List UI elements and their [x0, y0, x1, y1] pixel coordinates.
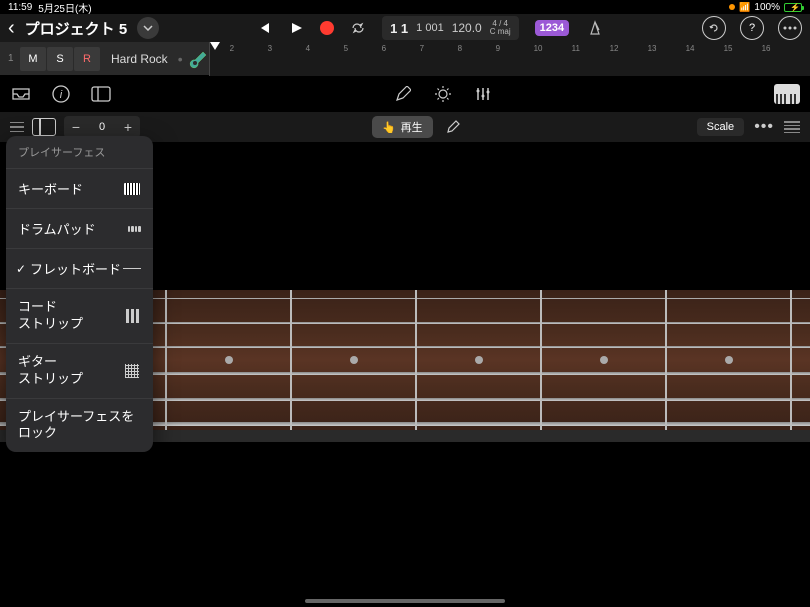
ruler-mark: 7 — [420, 44, 424, 53]
fret — [165, 290, 167, 430]
popover-item-guitar-strip[interactable]: ギター ストリップ — [6, 343, 153, 398]
ruler-mark: 14 — [686, 44, 695, 53]
popover-item-lock[interactable]: プレイサーフェスを ロック — [6, 398, 153, 453]
ruler-mark: 12 — [610, 44, 619, 53]
popover-item-fretboard[interactable]: フレットボード — [6, 248, 153, 288]
cycle-button[interactable] — [350, 20, 366, 36]
fret — [790, 290, 792, 430]
fret-dot — [600, 356, 608, 364]
ruler-mark: 13 — [648, 44, 657, 53]
track-name[interactable]: Hard Rock — [101, 52, 178, 66]
popover-item-keyboard[interactable]: キーボード — [6, 168, 153, 208]
status-time: 11:59 — [8, 2, 32, 13]
popover-item-drumpad[interactable]: ドラムパッド — [6, 208, 153, 248]
home-indicator[interactable] — [305, 599, 505, 603]
mute-button[interactable]: M — [20, 47, 46, 71]
ruler-mark: 15 — [724, 44, 733, 53]
lcd-bars: 1 1 — [390, 21, 408, 36]
info-icon[interactable]: i — [50, 83, 72, 105]
project-dropdown[interactable] — [137, 17, 159, 39]
settings-button[interactable] — [778, 16, 802, 40]
lcd-beats: 1 001 — [416, 22, 444, 34]
fret — [415, 290, 417, 430]
inbox-icon[interactable] — [10, 83, 32, 105]
timeline-ruler[interactable]: 2 3 4 5 6 7 8 9 10 11 12 13 14 15 16 — [209, 42, 810, 76]
play-surface-menu-button[interactable] — [10, 122, 24, 133]
wifi-icon — [739, 2, 750, 13]
brightness-icon[interactable] — [432, 83, 454, 105]
ruler-mark: 11 — [572, 44, 580, 53]
fret — [540, 290, 542, 430]
project-title[interactable]: プロジェクト 5 — [25, 18, 128, 39]
fret-dot — [225, 356, 233, 364]
title-bar: ‹ プロジェクト 5 1 1 1 001 120.0 4 / 4 C maj 1… — [0, 14, 810, 42]
record-enable-button[interactable]: R — [74, 47, 100, 71]
play-button[interactable] — [288, 20, 304, 36]
chord-strip-icon — [123, 309, 141, 323]
fret-dot — [350, 356, 358, 364]
ruler-mark: 2 — [230, 44, 234, 53]
solo-button[interactable]: S — [47, 47, 73, 71]
fret — [665, 290, 667, 430]
edit-pencil-button[interactable] — [441, 115, 465, 139]
ruler-mark: 10 — [534, 44, 543, 53]
octave-stepper: − 0 + — [64, 116, 140, 138]
track-number: 1 — [8, 53, 20, 64]
fret — [290, 290, 292, 430]
more-options-button[interactable]: ••• — [754, 118, 774, 136]
ruler-mark: 16 — [762, 44, 771, 53]
ruler-mark: 6 — [382, 44, 386, 53]
library-icon[interactable] — [90, 83, 112, 105]
track-header: 1 M S R Hard Rock • 2 3 4 5 6 7 8 9 10 11 12 13 14 15… — [0, 42, 810, 76]
split-view-toggle[interactable] — [32, 118, 56, 136]
autoplay-label: 再生 — [401, 119, 423, 135]
editor-toolbar: i — [0, 76, 810, 112]
status-bar: 11:59 5月25日(木) 100% ⚡ — [0, 0, 810, 14]
hand-tap-icon: 👆 — [382, 121, 396, 134]
octave-value: 0 — [88, 121, 116, 133]
play-surface-popover: プレイサーフェス キーボード ドラムパッド フレットボード コード ストリップ … — [6, 136, 153, 452]
octave-up-button[interactable]: + — [116, 116, 140, 138]
keyboard-view-toggle[interactable] — [774, 84, 800, 104]
status-date: 5月25日(木) — [38, 0, 91, 15]
lcd-key: C maj — [490, 28, 511, 36]
octave-down-button[interactable]: − — [64, 116, 88, 138]
battery-percent: 100% — [754, 2, 780, 13]
help-button[interactable]: ? — [740, 16, 764, 40]
ruler-mark: 4 — [306, 44, 310, 53]
ruler-mark: 9 — [496, 44, 500, 53]
ruler-mark: 8 — [458, 44, 462, 53]
mixer-icon[interactable] — [472, 83, 494, 105]
keyboard-icon — [123, 182, 141, 196]
lcd-tempo: 120.0 — [452, 21, 482, 35]
svg-text:i: i — [60, 89, 63, 101]
guitar-instrument-icon[interactable] — [189, 49, 209, 69]
ruler-mark: 3 — [268, 44, 272, 53]
recording-indicator-dot — [729, 4, 735, 10]
scale-button[interactable]: Scale — [697, 118, 745, 136]
fret-dot — [475, 356, 483, 364]
transport-controls: 1 1 1 001 120.0 4 / 4 C maj 1234 — [256, 16, 605, 40]
lcd-display[interactable]: 1 1 1 001 120.0 4 / 4 C maj — [382, 16, 519, 40]
drumpad-icon — [127, 222, 141, 236]
pencil-tool-icon[interactable] — [392, 83, 414, 105]
count-in-button[interactable]: 1234 — [535, 20, 569, 36]
fretboard-icon — [123, 262, 141, 276]
popover-header: プレイサーフェス — [6, 136, 153, 168]
back-button[interactable]: ‹ — [8, 17, 15, 40]
view-lines-button[interactable] — [784, 121, 800, 133]
ruler-mark: 5 — [344, 44, 348, 53]
input-monitor-icon[interactable]: • — [178, 51, 183, 67]
metronome-button[interactable] — [585, 18, 605, 38]
guitar-strip-icon — [123, 364, 141, 378]
undo-button[interactable] — [702, 16, 726, 40]
autoplay-button[interactable]: 👆 再生 — [372, 116, 433, 138]
record-button[interactable] — [320, 21, 334, 35]
battery-icon: ⚡ — [784, 3, 802, 12]
popover-item-chord-strip[interactable]: コード ストリップ — [6, 288, 153, 343]
goto-start-button[interactable] — [256, 20, 272, 36]
fret-dot — [725, 356, 733, 364]
